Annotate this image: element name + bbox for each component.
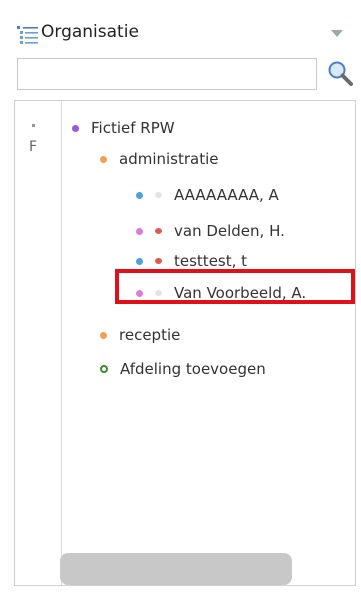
tree-node-label: Van Voorbeeld, A. bbox=[174, 284, 307, 302]
node-dot-icon bbox=[72, 124, 79, 132]
gutter-dot bbox=[32, 124, 35, 127]
status-dot-icon bbox=[155, 258, 162, 264]
gutter-letter: F bbox=[29, 139, 38, 155]
tree-node-label: van Delden, H. bbox=[174, 222, 285, 240]
panel-header: Organisatie bbox=[0, 0, 361, 58]
tree-node-label: testtest, t bbox=[174, 252, 248, 270]
panel-title: Organisatie bbox=[41, 22, 139, 42]
status-dot-icon bbox=[155, 290, 162, 296]
status-dot-icon bbox=[155, 192, 162, 198]
tree-node-member[interactable]: Van Voorbeeld, A. bbox=[136, 280, 306, 306]
tree-node-member[interactable]: van Delden, H. bbox=[136, 218, 285, 244]
role-dot-icon bbox=[136, 227, 143, 235]
tree-node-label: Fictief RPW bbox=[91, 119, 175, 137]
tree-node-member[interactable]: AAAAAAAA, A bbox=[136, 182, 279, 208]
search-input[interactable] bbox=[17, 58, 317, 90]
tree-node-member[interactable]: testtest, t bbox=[136, 248, 247, 274]
tree-node-department[interactable]: administratie bbox=[100, 146, 219, 172]
organisation-tree-panel: F Fictief RPW administratie AAAAAAAA, A … bbox=[14, 100, 356, 586]
node-dot-icon bbox=[100, 155, 107, 163]
horizontal-scrollbar-thumb[interactable] bbox=[60, 553, 292, 585]
tree-node-label: receptie bbox=[119, 326, 181, 344]
tree-node-department[interactable]: receptie bbox=[100, 322, 180, 348]
collapse-arrow-icon[interactable] bbox=[331, 30, 343, 37]
status-dot-icon bbox=[155, 228, 162, 234]
node-dot-icon bbox=[100, 331, 107, 339]
role-dot-icon bbox=[136, 191, 143, 199]
add-department-button[interactable]: Afdeling toevoegen bbox=[100, 356, 266, 382]
role-dot-icon bbox=[136, 257, 143, 265]
tree-gutter: F bbox=[15, 101, 62, 585]
magnifier-icon bbox=[328, 61, 353, 86]
tree-node-root[interactable]: Fictief RPW bbox=[72, 115, 175, 141]
tree-node-label: AAAAAAAA, A bbox=[174, 186, 279, 204]
add-dot-icon bbox=[100, 365, 108, 373]
org-list-icon bbox=[17, 26, 38, 44]
role-dot-icon bbox=[136, 289, 143, 297]
tree-node-label: administratie bbox=[119, 150, 219, 168]
search-button[interactable] bbox=[326, 59, 354, 89]
tree-node-label: Afdeling toevoegen bbox=[120, 360, 266, 378]
